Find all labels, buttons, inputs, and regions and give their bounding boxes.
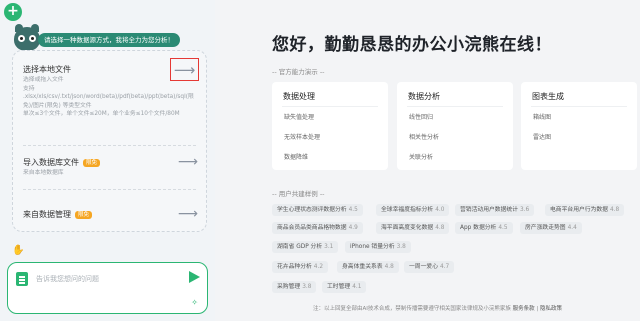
page-title: 您好，勤勤恳恳的办公小浣熊在线！ <box>272 35 552 55</box>
terms-link[interactable]: 服务条款 <box>513 306 535 312</box>
case-chip[interactable]: 学生心理状态测评数据分析 4.5 <box>272 204 363 216</box>
option-data-management[interactable]: 来自数据管理 限免 <box>23 209 93 220</box>
case-chip[interactable]: 海平面高度变化数据 4.8 <box>376 222 450 234</box>
capability-panel-data-analysis: 数据分析 线性回归 相关性分析 关联分析 <box>397 82 513 170</box>
capability-section-title: -- 官方能力演示 -- <box>272 68 325 76</box>
case-chip[interactable]: 一周一爱心 4.7 <box>404 261 455 273</box>
case-chip[interactable]: 工时管理 4.1 <box>322 281 367 293</box>
data-source-card: 选择本地文件 选择或拖入文件 支持 .xlsx/xls/csv/.txt/jso… <box>12 50 207 232</box>
option-local-file[interactable]: 选择本地文件 选择或拖入文件 支持 .xlsx/xls/csv/.txt/jso… <box>23 64 194 119</box>
data-management-arrow-icon[interactable]: ⟶ <box>178 207 198 221</box>
option-database-import[interactable]: 导入数据库文件 限免 来自本地数据库 <box>23 157 101 178</box>
panel-title: 数据处理 <box>283 92 315 101</box>
select-local-file-arrow-icon[interactable]: ⟶ <box>170 58 199 81</box>
raccoon-mascot-icon <box>14 24 40 51</box>
new-chat-button[interactable]: + <box>4 3 22 21</box>
question-input-box[interactable]: 告诉我您想问的问题 ✧ <box>7 262 208 314</box>
privacy-link[interactable]: 隐私政策 <box>540 306 562 312</box>
capability-item[interactable]: 无效样本处理 <box>284 132 320 141</box>
case-chip[interactable]: 花卉品种分析 4.2 <box>272 261 329 273</box>
case-chip[interactable]: 湖南省 GDP 分析 3.1 <box>272 241 339 253</box>
case-chip[interactable]: App 数据分析 4.5 <box>455 222 513 234</box>
option-title: 导入数据库文件 <box>23 158 79 167</box>
send-icon[interactable] <box>189 271 200 283</box>
cases-section-title: -- 用户共建样例 -- <box>272 190 325 198</box>
capability-item[interactable]: 雷达图 <box>533 132 551 141</box>
main-panel: 您好，勤勤恳恳的办公小浣熊在线！ -- 官方能力演示 -- 数据处理 缺失值处理… <box>215 0 640 321</box>
divider <box>23 145 196 146</box>
capability-item[interactable]: 关联分析 <box>409 152 433 161</box>
import-database-arrow-icon[interactable]: ⟶ <box>178 155 198 169</box>
option-title: 选择本地文件 <box>23 65 71 74</box>
magic-wand-icon[interactable]: ✧ <box>191 298 198 307</box>
hand-icon[interactable]: ✋ <box>12 245 24 256</box>
option-title: 来自数据管理 <box>23 210 71 219</box>
capability-item[interactable]: 缺失值处理 <box>284 112 314 121</box>
divider <box>23 189 196 190</box>
case-chip[interactable]: 商品会员品类商品格物数据 4.9 <box>272 222 363 234</box>
capability-panel-chart-generation: 图表生成 箱线图 雷达图 <box>521 82 637 170</box>
document-icon <box>16 272 28 286</box>
panel-title: 图表生成 <box>532 92 564 101</box>
capability-item[interactable]: 数据降维 <box>284 152 308 161</box>
capability-item[interactable]: 相关性分析 <box>409 132 439 141</box>
case-chip[interactable]: 营销活动用户数据统计 3.6 <box>455 204 535 216</box>
capability-panel-data-processing: 数据处理 缺失值处理 无效样本处理 数据降维 <box>272 82 388 170</box>
case-chip[interactable]: 全球幸福度指标分析 4.0 <box>376 204 450 216</box>
case-chip[interactable]: 采购管理 3.8 <box>272 281 317 293</box>
greeting-bubble: 请选择一种数据源方式，我将全力为您分析！ <box>38 33 180 47</box>
question-input[interactable]: 告诉我您想问的问题 <box>36 274 99 284</box>
case-chip[interactable]: 房产涨跌走势图 4.4 <box>520 222 582 234</box>
panel-title: 数据分析 <box>408 92 440 101</box>
free-badge: 限免 <box>75 211 93 219</box>
case-chip[interactable]: 电商平台用户行为数据 4.8 <box>545 204 625 216</box>
capability-item[interactable]: 箱线图 <box>533 112 551 121</box>
option-description: 选择或拖入文件 支持 .xlsx/xls/csv/.txt/json/word(… <box>23 77 194 117</box>
option-description: 来自本地数据库 <box>23 170 64 176</box>
case-chip[interactable]: 身高体重关系表 4.8 <box>337 261 399 273</box>
capability-item[interactable]: 线性回归 <box>409 112 433 121</box>
free-badge: 限免 <box>83 159 101 167</box>
left-panel: + 请选择一种数据源方式，我将全力为您分析！ 选择本地文件 选择或拖入文件 支持… <box>0 0 215 321</box>
footer-disclaimer: 注：以上回复全部由AI技术合成，禁制传播需要遵守相关国家法律规及小浣熊家族 服务… <box>313 306 563 312</box>
case-chip[interactable]: iPhone 销量分析 3.8 <box>345 241 411 253</box>
